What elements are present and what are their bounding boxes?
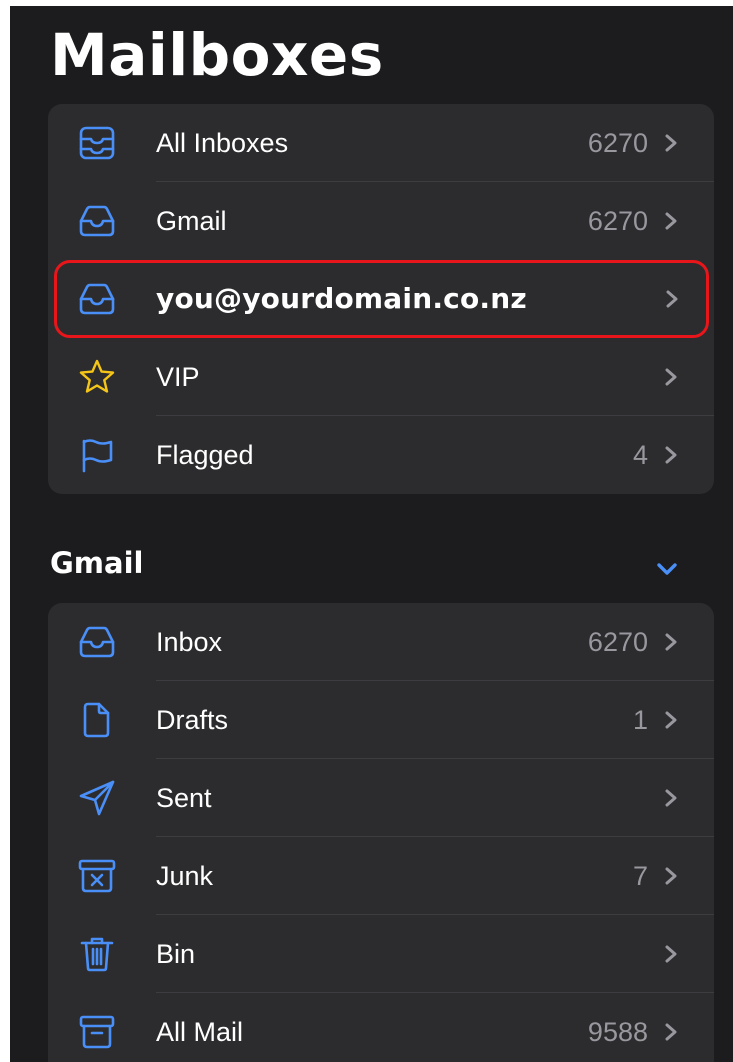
mailbox-row-flagged[interactable]: Flagged 4 xyxy=(48,416,714,494)
archive-box-icon xyxy=(78,1013,116,1051)
chevron-right-icon xyxy=(664,367,678,387)
chevron-right-icon xyxy=(664,944,678,964)
mailbox-row-you-yourdomain[interactable]: you@yourdomain.co.nz xyxy=(54,260,709,338)
unread-count: 6270 xyxy=(587,206,648,236)
inbox-tray-icon xyxy=(78,280,116,318)
folder-label: Junk xyxy=(156,861,214,891)
mail-screen: Mailboxes All Inboxes 6270 Gmail 6270 yo… xyxy=(10,6,733,1062)
chevron-right-icon xyxy=(664,445,678,465)
folder-row-all-mail[interactable]: All Mail 9588 xyxy=(48,993,714,1062)
mailbox-label: Flagged xyxy=(156,440,254,470)
folder-label: Drafts xyxy=(156,705,229,735)
folder-row-inbox[interactable]: Inbox 6270 xyxy=(48,603,714,681)
chevron-right-icon xyxy=(664,866,678,886)
chevron-right-icon xyxy=(665,289,679,309)
chevron-right-icon xyxy=(664,211,678,231)
unread-count: 6270 xyxy=(587,627,648,657)
inbox-tray-icon xyxy=(78,623,116,661)
unread-count: 1 xyxy=(632,705,648,735)
folder-row-junk[interactable]: Junk 7 xyxy=(48,837,714,915)
chevron-right-icon xyxy=(664,133,678,153)
chevron-right-icon xyxy=(664,632,678,652)
mailbox-label: All Inboxes xyxy=(156,128,289,158)
gmail-folders-group: Inbox 6270 Drafts 1 Sent Junk 7 Bin All … xyxy=(48,603,714,1062)
folder-label: Bin xyxy=(156,939,196,969)
unread-count: 4 xyxy=(632,440,648,470)
folder-row-sent[interactable]: Sent xyxy=(48,759,714,837)
mailbox-row-gmail[interactable]: Gmail 6270 xyxy=(48,182,714,260)
mailboxes-group: All Inboxes 6270 Gmail 6270 you@yourdoma… xyxy=(48,104,714,494)
all-inboxes-icon xyxy=(78,124,116,162)
trash-icon xyxy=(78,935,116,973)
paper-plane-icon xyxy=(78,779,116,817)
unread-count: 7 xyxy=(632,861,648,891)
page-title: Mailboxes xyxy=(50,21,384,89)
mailbox-label: Gmail xyxy=(156,206,227,236)
mailbox-row-all-inboxes[interactable]: All Inboxes 6270 xyxy=(48,104,714,182)
mailbox-label: VIP xyxy=(156,362,200,392)
section-header-gmail[interactable]: Gmail xyxy=(50,546,143,580)
folder-row-drafts[interactable]: Drafts 1 xyxy=(48,681,714,759)
mailbox-row-vip[interactable]: VIP xyxy=(48,338,714,416)
inbox-tray-icon xyxy=(78,202,116,240)
folder-label: All Mail xyxy=(156,1017,244,1047)
folder-label: Inbox xyxy=(156,627,223,657)
chevron-right-icon xyxy=(664,1022,678,1042)
star-icon xyxy=(78,358,116,396)
chevron-down-icon[interactable] xyxy=(656,562,678,576)
chevron-right-icon xyxy=(664,788,678,808)
unread-count: 6270 xyxy=(587,128,648,158)
mailbox-label: you@yourdomain.co.nz xyxy=(156,282,527,315)
unread-count: 9588 xyxy=(587,1017,648,1047)
folder-row-bin[interactable]: Bin xyxy=(48,915,714,993)
junk-box-icon xyxy=(78,857,116,895)
flag-icon xyxy=(78,436,116,474)
folder-label: Sent xyxy=(156,783,212,813)
document-icon xyxy=(78,701,116,739)
chevron-right-icon xyxy=(664,710,678,730)
